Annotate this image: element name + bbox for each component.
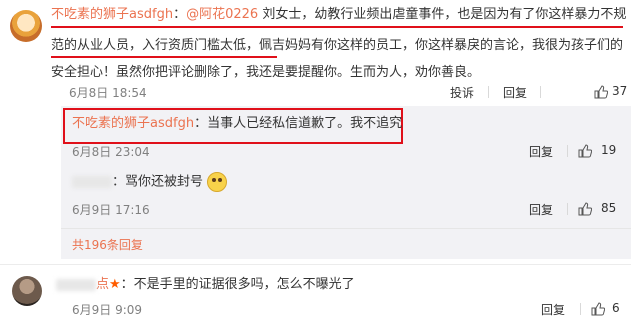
reply-text: ：骂你还被封号 [72,172,228,193]
highlight-underline [51,26,623,28]
reply-button[interactable]: 回复 [529,201,553,218]
reply-body: ：骂你还被封号 [112,174,204,190]
comment-username[interactable]: 不吃素的狮子asdfgh [51,7,173,22]
divider [567,203,568,215]
reply-time: 6月8日 23:04 [72,145,150,159]
reply-username[interactable]: 不吃素的狮子asdfgh [72,116,194,131]
blurred-username [56,278,96,291]
mention-link[interactable]: @阿花0226 [186,7,258,22]
divider [488,86,489,98]
blurred-username [72,176,112,188]
more-replies-link[interactable]: 共196条回复 [72,236,143,253]
divider [540,86,541,98]
comment-time: 6月8日 18:54 [69,86,147,100]
colon: ： [173,7,187,22]
reply-button[interactable]: 回复 [541,301,565,318]
comment-body-line3: 安全担心！虽然你把评论删除了，我还是要提醒你。生而为人，劝你善良。 [51,65,481,80]
comment-divider [0,264,631,265]
replies-divider [61,228,631,229]
comment-body: ：不是手里的证据很多吗，怎么不曝光了 [120,277,355,292]
emoji-icon [207,172,228,192]
highlight-underline [51,56,277,58]
comment-text: 点★：不是手里的证据很多吗，怎么不曝光了 [56,272,355,298]
comment-time: 6月9日 9:09 [72,303,143,317]
comment-text-line-1: 不吃素的狮子asdfgh：@阿花0226 刘女士，幼教行业频出虐童事件，也是因为… [51,2,626,28]
like-icon[interactable] [578,144,592,158]
reply-button[interactable]: 回复 [529,143,553,160]
reply-text: 不吃素的狮子asdfgh：当事人已经私信道歉了。我不追究 [72,114,402,134]
like-count: 37 [612,84,628,98]
comment-username[interactable]: 点 [96,277,109,292]
divider [580,303,581,315]
like-icon[interactable] [594,85,608,99]
avatar[interactable] [12,276,42,306]
reply-button[interactable]: 回复 [503,84,527,101]
like-count: 6 [612,301,620,315]
like-count: 85 [601,201,617,215]
like-count: 19 [601,143,617,157]
avatar[interactable] [10,10,42,42]
comment-text-line-3: 安全担心！虽然你把评论删除了，我还是要提醒你。生而为人，劝你善良。 [51,60,480,86]
reply-time: 6月9日 17:16 [72,203,150,217]
like-icon[interactable] [591,302,605,316]
like-icon[interactable] [578,202,592,216]
comment-body-line2: 范的从业人员，入行资质门槛太低，佩吉妈妈有你这样的员工，你这样暴戾的言论，我很为… [51,38,624,53]
comment-body-line1: 刘女士，幼教行业频出虐童事件，也是因为有了你这样暴力不规 [262,7,627,22]
star-badge-icon: ★ [109,277,121,292]
divider [567,145,568,157]
reply-body: ：当事人已经私信道歉了。我不追究 [194,116,403,131]
report-button[interactable]: 投诉 [450,84,474,101]
